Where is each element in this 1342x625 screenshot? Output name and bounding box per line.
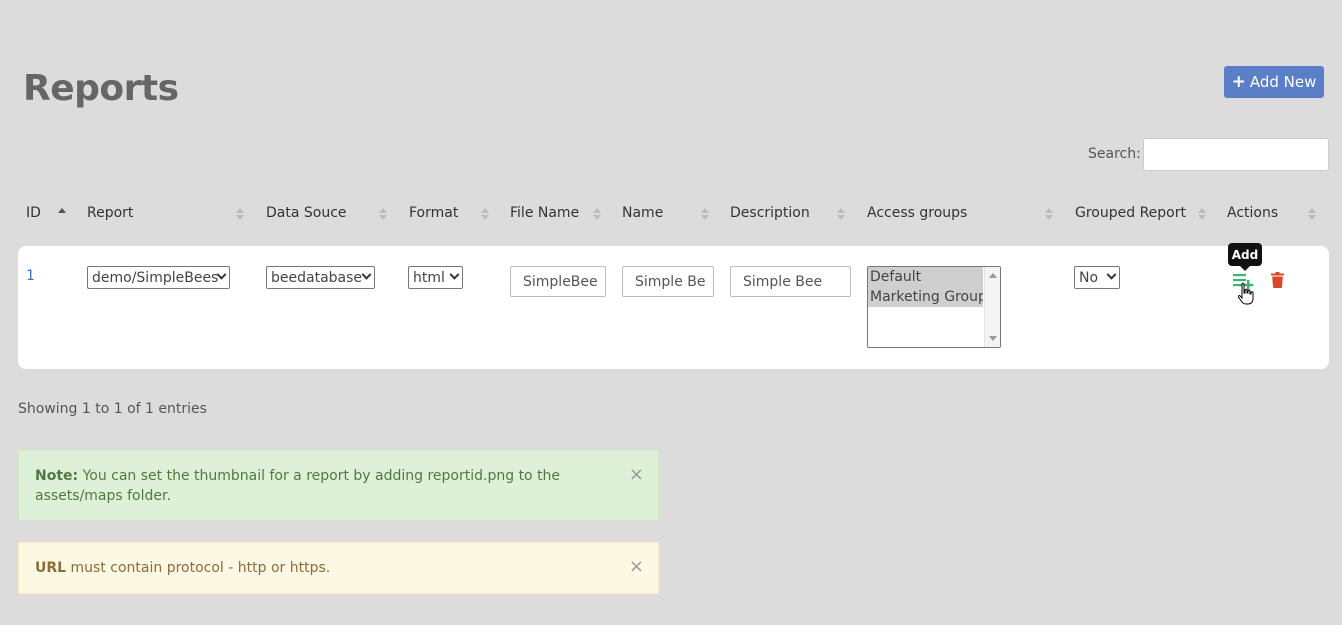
sort-icon[interactable] xyxy=(837,206,845,222)
add-new-button[interactable]: + Add New xyxy=(1224,66,1324,98)
file-name-value: SimpleBee xyxy=(523,273,598,290)
list-add-icon[interactable] xyxy=(1233,272,1255,292)
column-header-actions[interactable]: Actions xyxy=(1227,205,1278,221)
note-alert: Note: You can set the thumbnail for a re… xyxy=(18,450,659,521)
scroll-up-icon[interactable] xyxy=(989,273,997,278)
column-header-data-source[interactable]: Data Souce xyxy=(266,205,347,221)
column-header-file-name[interactable]: File Name xyxy=(510,205,579,221)
chevron-down-icon xyxy=(449,269,460,280)
name-value: Simple Be xyxy=(635,273,706,290)
access-groups-listbox[interactable]: Default Marketing Group xyxy=(867,266,1001,348)
sort-icon[interactable] xyxy=(379,206,387,222)
url-alert-label: URL xyxy=(35,560,67,576)
sort-icon[interactable] xyxy=(1198,206,1206,222)
table-row xyxy=(18,246,1329,369)
grouped-report-select-value: No xyxy=(1079,269,1099,286)
column-header-access-groups[interactable]: Access groups xyxy=(867,205,967,221)
sort-icon[interactable] xyxy=(236,206,244,222)
column-header-report[interactable]: Report xyxy=(87,205,133,221)
row-id-link[interactable]: 1 xyxy=(26,268,35,284)
access-group-option[interactable]: Default xyxy=(868,267,983,287)
trash-icon[interactable] xyxy=(1271,272,1284,288)
chevron-down-icon xyxy=(361,269,372,280)
sort-icon[interactable] xyxy=(701,206,709,222)
description-input[interactable]: Simple Bee xyxy=(730,266,851,297)
note-alert-text: You can set the thumbnail for a report b… xyxy=(35,468,561,504)
name-input[interactable]: Simple Be xyxy=(622,266,714,297)
column-header-description[interactable]: Description xyxy=(730,205,810,221)
column-header-name[interactable]: Name xyxy=(622,205,663,221)
column-header-grouped-report[interactable]: Grouped Report xyxy=(1075,205,1186,221)
format-select-value: html xyxy=(413,269,445,286)
add-tooltip: Add xyxy=(1228,243,1262,271)
column-header-format[interactable]: Format xyxy=(409,205,458,221)
close-icon[interactable]: × xyxy=(629,557,644,577)
plus-icon: + xyxy=(1231,71,1246,92)
column-header-id[interactable]: ID xyxy=(26,205,41,221)
page-title: Reports xyxy=(23,68,179,109)
listbox-scrollbar[interactable] xyxy=(984,267,1000,347)
chevron-down-icon xyxy=(1106,269,1117,280)
add-new-label: Add New xyxy=(1249,73,1317,91)
grouped-report-select[interactable]: No xyxy=(1074,266,1120,289)
report-select[interactable]: demo/SimpleBees xyxy=(87,266,230,289)
sort-icon[interactable] xyxy=(481,206,489,222)
file-name-input[interactable]: SimpleBee xyxy=(510,266,606,297)
sort-asc-icon[interactable] xyxy=(58,206,66,222)
data-source-select-value: beedatabase xyxy=(271,269,363,286)
sort-icon[interactable] xyxy=(1308,206,1316,222)
sort-icon[interactable] xyxy=(593,206,601,222)
entries-info: Showing 1 to 1 of 1 entries xyxy=(18,401,207,417)
close-icon[interactable]: × xyxy=(629,465,644,485)
search-label: Search: xyxy=(1088,146,1141,162)
url-alert: URL must contain protocol - http or http… xyxy=(18,542,659,594)
access-group-option[interactable]: Marketing Group xyxy=(868,287,983,307)
sort-icon[interactable] xyxy=(1045,206,1053,222)
scroll-down-icon[interactable] xyxy=(989,336,997,341)
description-value: Simple Bee xyxy=(743,273,823,290)
format-select[interactable]: html xyxy=(408,266,463,289)
report-select-value: demo/SimpleBees xyxy=(92,269,219,286)
data-source-select[interactable]: beedatabase xyxy=(266,266,375,289)
url-alert-text: must contain protocol - http or https. xyxy=(70,560,331,576)
search-input[interactable] xyxy=(1143,138,1329,171)
note-alert-label: Note: xyxy=(35,468,79,484)
